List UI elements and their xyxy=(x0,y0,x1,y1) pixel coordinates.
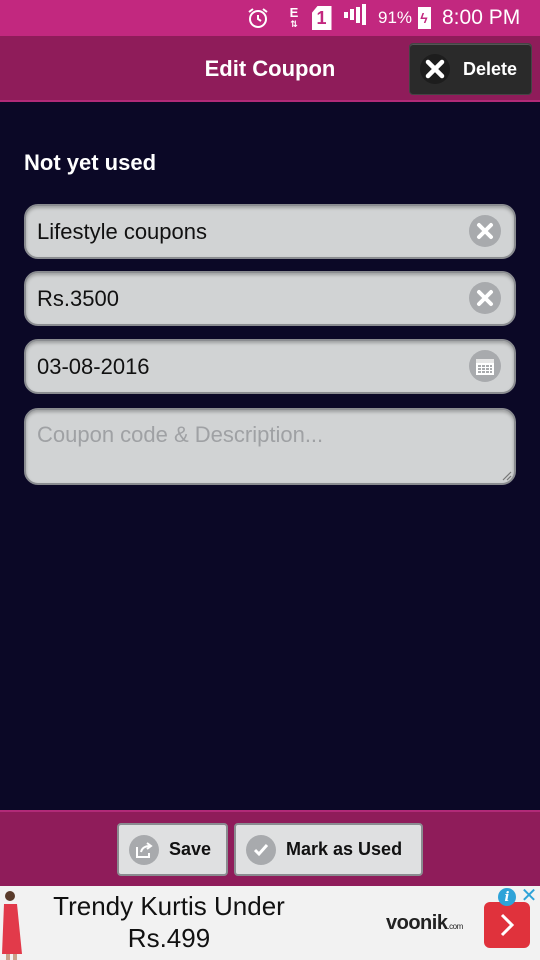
delete-button[interactable]: Delete xyxy=(409,43,532,95)
sim-icon: 1 xyxy=(311,0,332,36)
network-type-label: E xyxy=(289,5,299,20)
clear-icon xyxy=(477,290,493,306)
description-placeholder: Coupon code & Description... xyxy=(37,422,324,447)
ad-headline-line2: Rs.499 xyxy=(127,923,211,953)
footer-toolbar: Save Mark as Used xyxy=(0,810,540,886)
ad-brand-name: voonik xyxy=(386,912,448,934)
signal-icon xyxy=(344,0,370,36)
clock-time: 8:00 PM xyxy=(442,6,521,29)
coupon-amount-value[interactable]: Rs.3500 xyxy=(37,273,119,324)
coupon-description-field[interactable]: Coupon code & Description... xyxy=(24,408,516,485)
coupon-amount-field[interactable]: Rs.3500 xyxy=(24,271,516,326)
battery-percent: 91% xyxy=(378,8,413,27)
coupon-date-value[interactable]: 03-08-2016 xyxy=(37,341,150,392)
mark-as-used-label: Mark as Used xyxy=(286,839,403,859)
alarm-icon xyxy=(244,0,272,36)
sim-label: 1 xyxy=(311,6,332,30)
ad-close-icon[interactable]: ✕ xyxy=(520,886,538,906)
share-icon xyxy=(129,834,159,865)
check-icon xyxy=(246,834,276,865)
calendar-icon xyxy=(476,359,494,375)
delete-button-label: Delete xyxy=(463,58,518,79)
close-icon xyxy=(420,54,450,84)
status-bar: E ⇅ 1 91% ϟ 8:00 PM xyxy=(0,0,540,36)
ad-brand-suffix: .com xyxy=(447,922,463,931)
clear-icon xyxy=(477,223,493,239)
mark-as-used-button[interactable]: Mark as Used xyxy=(234,823,423,876)
ad-model-image xyxy=(2,891,22,960)
data-transfer-icon: E ⇅ xyxy=(289,5,299,29)
ad-info-icon[interactable]: i xyxy=(498,888,516,906)
coupon-date-field[interactable]: 03-08-2016 xyxy=(24,339,516,394)
clear-name-button[interactable] xyxy=(469,215,501,247)
coupon-name-field[interactable]: Lifestyle coupons xyxy=(24,204,516,259)
battery-charging-icon: ϟ xyxy=(417,0,431,36)
coupon-name-value[interactable]: Lifestyle coupons xyxy=(37,206,207,257)
ad-headline-line1: Trendy Kurtis Under xyxy=(53,891,285,921)
resize-grip-icon[interactable] xyxy=(500,469,512,481)
chevron-right-icon xyxy=(500,913,515,937)
save-button-label: Save xyxy=(169,839,212,859)
app-header: Edit Coupon Delete xyxy=(0,36,540,102)
ad-open-button[interactable] xyxy=(484,902,530,948)
ad-headline: Trendy Kurtis Under Rs.499 xyxy=(30,890,308,954)
ad-banner[interactable]: Trendy Kurtis Under Rs.499 voonik.com i … xyxy=(0,886,540,960)
ad-brand-logo: voonik.com xyxy=(386,912,463,935)
date-picker-button[interactable] xyxy=(469,350,501,382)
clear-amount-button[interactable] xyxy=(469,282,501,314)
coupon-status-label: Not yet used xyxy=(24,150,157,175)
save-button[interactable]: Save xyxy=(117,823,228,876)
